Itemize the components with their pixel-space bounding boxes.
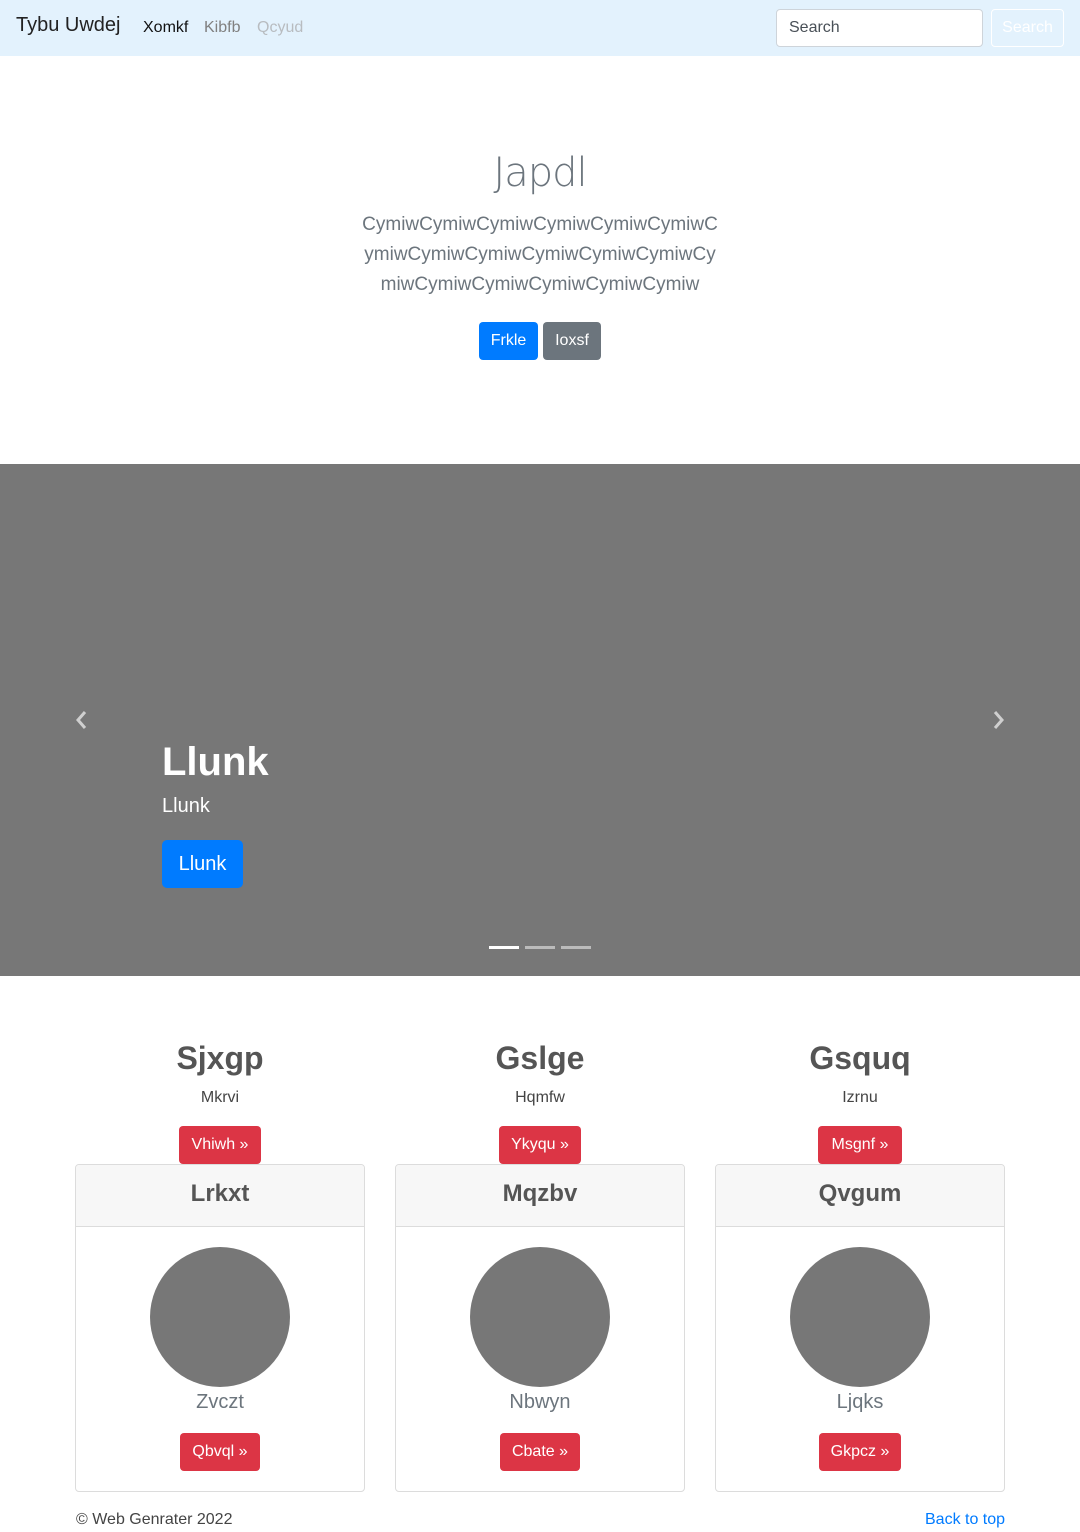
frkle-button[interactable]: Frkle	[479, 322, 538, 360]
carousel-caption-title: Llunk	[162, 740, 269, 784]
card-name: Nbwyn	[509, 1391, 571, 1413]
nav-link-xomkf[interactable]: Xomkf	[143, 19, 188, 37]
nav-link-kibfb[interactable]: Kibfb	[204, 19, 240, 37]
feature-heading: Gsquq	[809, 1040, 911, 1076]
feature-button-msgnf[interactable]: Msgnf »	[818, 1126, 902, 1164]
feature-text: Mkrvi	[200, 1089, 240, 1106]
back-to-top-link[interactable]: Back to top	[925, 1511, 1005, 1529]
card-button-gkpcz[interactable]: Gkpcz »	[819, 1433, 901, 1471]
feature-text: Hqmfw	[515, 1089, 565, 1106]
card-image-placeholder	[470, 1247, 610, 1387]
search-button[interactable]: Search	[991, 9, 1064, 47]
card-button-qbvql[interactable]: Qbvql »	[180, 1433, 260, 1471]
card: Qvgum Ljqks Gkpcz »	[715, 1164, 1005, 1492]
carousel-caption-button[interactable]: Llunk	[162, 840, 243, 888]
feature-button-ykyqu[interactable]: Ykyqu »	[499, 1126, 581, 1164]
card-header: Mqzbv	[396, 1165, 684, 1227]
card: Mqzbv Nbwyn Cbate »	[395, 1164, 685, 1492]
navbar: Tybu Uwdej Xomkf Kibfb Qcyud Search	[0, 0, 1080, 56]
ioxsf-button[interactable]: Ioxsf	[543, 322, 601, 360]
carousel-indicator-2[interactable]	[525, 946, 555, 949]
feature-heading: Sjxgp	[176, 1040, 264, 1076]
navbar-brand[interactable]: Tybu Uwdej	[16, 14, 121, 37]
card-name: Zvczt	[196, 1391, 244, 1413]
carousel: Llunk Llunk Llunk	[0, 464, 1080, 976]
footer-copyright: © Web Genrater 2022	[76, 1511, 233, 1528]
feature-heading: Gslge	[495, 1040, 585, 1076]
feature-text: Izrnu	[842, 1089, 878, 1106]
card-header: Lrkxt	[76, 1165, 364, 1227]
chevron-left-icon[interactable]	[72, 708, 92, 732]
card-header: Qvgum	[716, 1165, 1004, 1227]
card-name: Ljqks	[836, 1391, 884, 1413]
search-input[interactable]	[776, 9, 983, 47]
nav-link-qcyud[interactable]: Qcyud	[257, 19, 303, 37]
jumbotron-title: Japdl	[493, 150, 587, 196]
carousel-caption-text: Llunk	[162, 795, 210, 817]
card-image-placeholder	[790, 1247, 930, 1387]
jumbotron-lead: CymiwCymiwCymiwCymiwCymiwCymiwCymiwCymiw…	[362, 214, 718, 295]
card-image-placeholder	[150, 1247, 290, 1387]
carousel-indicator-3[interactable]	[561, 946, 591, 949]
feature-button-vhiwh[interactable]: Vhiwh »	[179, 1126, 261, 1164]
carousel-indicator-1[interactable]	[489, 946, 519, 949]
card-button-cbate[interactable]: Cbate »	[500, 1433, 580, 1471]
chevron-right-icon[interactable]	[988, 708, 1008, 732]
card: Lrkxt Zvczt Qbvql »	[75, 1164, 365, 1492]
